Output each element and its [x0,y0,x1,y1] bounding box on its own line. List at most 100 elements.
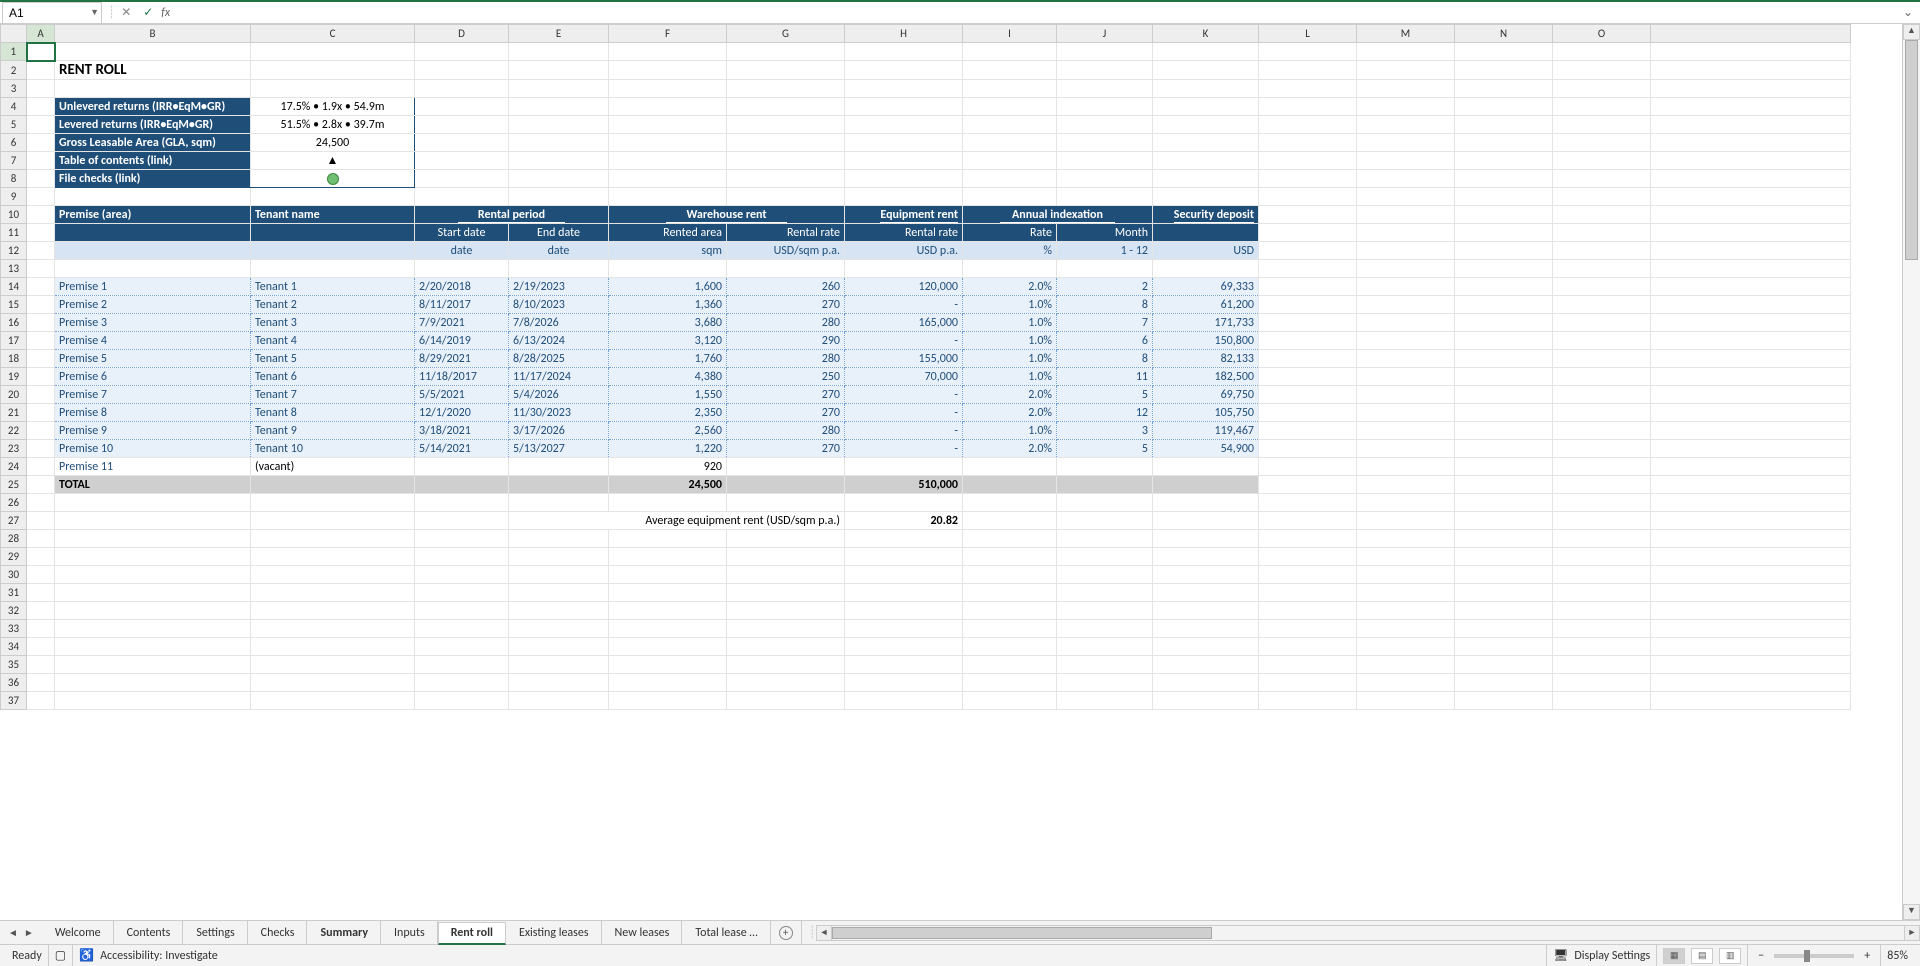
cell[interactable]: Annual indexation [963,206,1153,224]
column-header[interactable]: M [1357,25,1455,43]
sheet-tab[interactable]: New leases [602,921,683,944]
cell[interactable] [845,152,963,170]
cell[interactable] [509,152,609,170]
cell[interactable] [1259,188,1357,206]
enter-formula-button[interactable]: ✓ [137,5,159,20]
cell[interactable] [609,43,727,61]
cell[interactable]: 1.0% [963,296,1057,314]
column-header[interactable]: N [1455,25,1553,43]
cell[interactable] [509,656,609,674]
cell[interactable] [1553,188,1651,206]
row-header[interactable]: 11 [1,224,27,242]
cell[interactable]: 1.0% [963,332,1057,350]
cell[interactable] [1357,638,1455,656]
cell[interactable] [1357,43,1455,61]
row-header[interactable]: 19 [1,368,27,386]
cell[interactable] [415,260,509,278]
cell[interactable]: Premise 10 [55,440,251,458]
cell[interactable] [963,584,1057,602]
cell[interactable]: 290 [727,332,845,350]
cell[interactable] [727,476,845,494]
cell[interactable]: 270 [727,440,845,458]
row-header[interactable]: 6 [1,134,27,152]
column-header[interactable]: L [1259,25,1357,43]
cell[interactable]: TOTAL [55,476,251,494]
cell[interactable]: 150,800 [1153,332,1259,350]
cell[interactable] [963,260,1057,278]
cell[interactable] [609,170,727,188]
row-header[interactable]: 28 [1,530,27,548]
cell[interactable]: 3,120 [609,332,727,350]
cell[interactable]: - [845,296,963,314]
cell[interactable] [727,656,845,674]
cell[interactable] [509,134,609,152]
cell[interactable] [845,656,963,674]
cell[interactable]: 1,550 [609,386,727,404]
cell[interactable] [27,98,55,116]
page-break-view-button[interactable]: ▥ [1719,948,1741,964]
cell[interactable] [27,242,55,260]
cell[interactable] [609,584,727,602]
cell[interactable] [1057,584,1153,602]
cell[interactable]: 280 [727,350,845,368]
cell[interactable] [1259,566,1357,584]
cell[interactable]: 2.0% [963,278,1057,296]
cell[interactable] [251,530,415,548]
cell[interactable] [727,170,845,188]
cell[interactable] [1057,152,1153,170]
cell[interactable]: 1.0% [963,350,1057,368]
new-sheet-button[interactable]: + [771,921,801,944]
cell[interactable] [1153,224,1259,242]
cell[interactable] [1357,206,1455,224]
cell[interactable] [1259,638,1357,656]
cell[interactable]: 250 [727,368,845,386]
cell[interactable]: Premise 4 [55,332,251,350]
cell[interactable] [27,278,55,296]
formula-input[interactable] [176,3,1896,23]
cell[interactable]: File checks (link) [55,170,251,188]
cell[interactable] [415,584,509,602]
cell[interactable] [415,188,509,206]
row-header[interactable]: 31 [1,584,27,602]
cell[interactable] [27,188,55,206]
cell[interactable] [55,674,251,692]
cell[interactable] [1553,548,1651,566]
cell[interactable] [27,296,55,314]
cell[interactable] [727,692,845,710]
cell[interactable] [1357,260,1455,278]
cell[interactable] [1153,43,1259,61]
cell[interactable]: 69,750 [1153,386,1259,404]
cell[interactable] [1651,296,1851,314]
cell[interactable] [1553,584,1651,602]
cell[interactable] [1357,458,1455,476]
cell[interactable] [1153,134,1259,152]
cell[interactable] [1057,530,1153,548]
cell[interactable] [963,602,1057,620]
cell[interactable]: 2 [1057,278,1153,296]
cell[interactable] [1153,620,1259,638]
cell[interactable] [1259,116,1357,134]
cell[interactable] [727,188,845,206]
cell[interactable] [1651,458,1851,476]
cell[interactable] [1455,152,1553,170]
cell[interactable] [55,224,251,242]
cell[interactable]: Premise 8 [55,404,251,422]
cell[interactable]: 5 [1057,386,1153,404]
cell[interactable] [27,314,55,332]
cell[interactable] [509,476,609,494]
row-header[interactable]: 17 [1,332,27,350]
cell[interactable] [27,566,55,584]
cell[interactable] [963,98,1057,116]
cell[interactable] [1651,494,1851,512]
cell[interactable]: Premise 3 [55,314,251,332]
cell[interactable] [845,548,963,566]
row-header[interactable]: 25 [1,476,27,494]
cell[interactable] [509,692,609,710]
cell[interactable] [1153,80,1259,98]
cell[interactable] [415,530,509,548]
cell[interactable] [1553,620,1651,638]
cell[interactable] [1057,80,1153,98]
cell[interactable]: 70,000 [845,368,963,386]
cell[interactable] [27,43,55,61]
cell[interactable] [27,530,55,548]
